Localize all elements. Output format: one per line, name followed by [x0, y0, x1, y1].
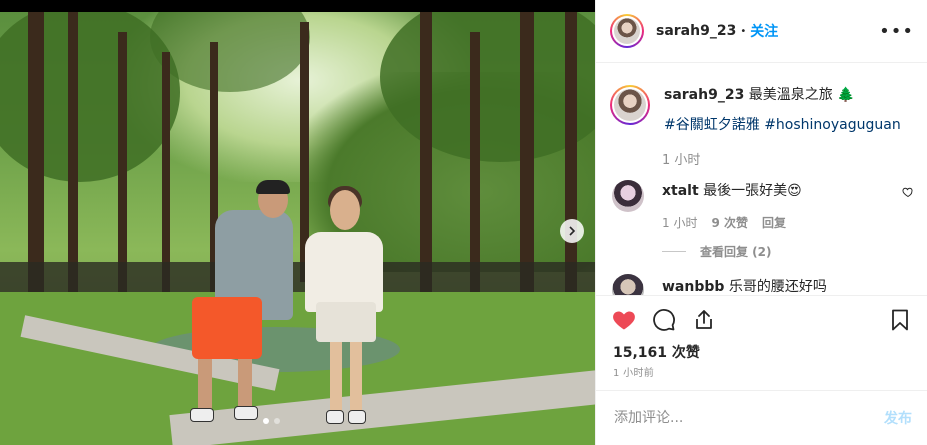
hashtag-link[interactable]: #谷關虹夕諾雅 [664, 117, 760, 133]
view-replies-button[interactable]: 查看回复 (2) [596, 243, 927, 260]
comment-text: 乐哥的腰还好吗 [728, 279, 827, 295]
comment-icon[interactable] [652, 308, 676, 332]
action-bar [596, 300, 927, 340]
tree-trunk [565, 12, 577, 302]
hashtag-link[interactable]: #hoshinoyaguguan [764, 117, 901, 133]
carousel-dot [274, 418, 280, 424]
tree-trunk [68, 12, 78, 302]
comment-composer: 发布 [596, 390, 927, 445]
bookmark-icon[interactable] [888, 308, 912, 332]
photo-fence [0, 262, 595, 292]
caption: sarah9_23 最美溫泉之旅 🌲 #谷關虹夕諾雅 #hoshinoyagug… [596, 63, 927, 135]
comment-input[interactable] [612, 409, 884, 427]
comment-likes[interactable]: 9 次赞 [711, 214, 748, 231]
next-photo-button[interactable] [560, 219, 584, 243]
separator-dot: • [740, 25, 747, 37]
caption-text: sarah9_23 最美溫泉之旅 🌲 #谷關虹夕諾雅 #hoshinoyagug… [664, 85, 901, 135]
comment-item: xtalt 最後一張好美😍 1 小时 9 次赞 回复 [596, 168, 927, 231]
comment-time[interactable]: 1 小时 [662, 214, 697, 231]
reply-button[interactable]: 回复 [762, 214, 786, 231]
heart-outline-icon[interactable] [902, 186, 914, 198]
comment-meta: 1 小时 9 次赞 回复 [662, 214, 902, 231]
caption-time[interactable]: 1 小时 [596, 149, 927, 168]
header-username[interactable]: sarah9_23 [656, 23, 736, 39]
follow-button[interactable]: 关注 [750, 21, 778, 41]
comment-username[interactable]: xtalt [662, 183, 699, 199]
post-timestamp[interactable]: 1 小时前 [613, 364, 654, 379]
share-icon[interactable] [692, 308, 716, 332]
carousel-indicator [263, 418, 280, 424]
like-count[interactable]: 15,161 次赞 [613, 342, 700, 362]
post-header: sarah9_23 • 关注 ••• [596, 0, 927, 63]
chevron-right-icon [569, 226, 576, 236]
tree-trunk [470, 32, 480, 292]
caption-username[interactable]: sarah9_23 [664, 87, 744, 103]
more-options-icon[interactable]: ••• [879, 21, 914, 42]
divider-line [662, 251, 686, 252]
carousel-dot [263, 418, 269, 424]
post-modal: sarah9_23 • 关注 ••• sarah9_23 最美溫泉之旅 🌲 #谷… [0, 0, 927, 445]
tree-emoji: 🌲 [837, 87, 855, 103]
comment-text: 最後一張好美😍 [703, 183, 802, 199]
post-comment-button[interactable]: 发布 [884, 408, 912, 428]
heart-filled-icon[interactable] [612, 308, 636, 332]
comment-avatar[interactable] [612, 180, 644, 212]
comment-avatar[interactable] [612, 274, 644, 295]
post-photo[interactable] [0, 12, 595, 445]
post-sidebar: sarah9_23 • 关注 ••• sarah9_23 最美溫泉之旅 🌲 #谷… [595, 0, 927, 445]
caption-avatar[interactable] [610, 85, 650, 125]
avatar[interactable] [610, 14, 644, 48]
view-replies-label: 查看回复 (2) [700, 245, 772, 259]
comment-username[interactable]: wanbbb [662, 279, 724, 295]
tree-trunk [520, 12, 534, 302]
tree-trunk [420, 12, 432, 292]
caption-body: 最美溫泉之旅 [748, 87, 833, 103]
comment-item: wanbbb 乐哥的腰还好吗 [596, 260, 927, 295]
comments-list[interactable]: sarah9_23 最美溫泉之旅 🌲 #谷關虹夕諾雅 #hoshinoyagug… [596, 63, 927, 296]
